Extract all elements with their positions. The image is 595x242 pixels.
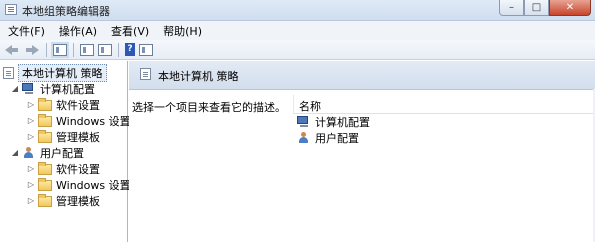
tree-item-label: 本地计算机 策略 [18, 64, 107, 82]
tree-item-label: 软件设置 [56, 163, 100, 176]
folder-icon [38, 177, 52, 191]
menu-action[interactable]: 操作(A) [51, 23, 103, 39]
collapsed-arrow-icon[interactable]: ▷ [27, 117, 35, 125]
folder-icon [38, 97, 52, 111]
properties-icon[interactable] [80, 43, 94, 56]
tree-item-label: 管理模板 [56, 195, 100, 208]
console-tree: 本地计算机 策略 ◢ 计算机配置 ▷ 软件设置 ▷ Windows 设置 ▷ 管… [0, 61, 131, 242]
show-hide-tree-icon[interactable] [53, 43, 67, 56]
tree-item-label: 管理模板 [56, 131, 100, 144]
folder-icon [38, 161, 52, 175]
extended-view-icon[interactable] [139, 43, 153, 56]
menu-help[interactable]: 帮助(H) [155, 23, 208, 39]
close-button[interactable]: ✕ [549, 0, 591, 16]
tree-item-software-settings[interactable]: ▷ 软件设置 [27, 161, 100, 177]
collapsed-arrow-icon[interactable]: ▷ [27, 133, 35, 141]
folder-icon [38, 113, 52, 127]
tree-item-windows-settings[interactable]: ▷ Windows 设置 [27, 177, 131, 193]
tree-item-computer-config[interactable]: ◢ 计算机配置 [11, 81, 95, 97]
description-text: 选择一个项目来查看它的描述。 [132, 101, 286, 114]
forward-icon[interactable] [24, 43, 40, 57]
details-header: 本地计算机 策略 [129, 61, 595, 90]
tree-item-label: 软件设置 [56, 99, 100, 112]
policy-document-icon [140, 68, 151, 80]
tree-item-admin-templates[interactable]: ▷ 管理模板 [27, 193, 100, 209]
user-icon [297, 131, 311, 144]
window-controls: – □ ✕ [499, 0, 591, 17]
toolbar-separator [73, 42, 74, 57]
expanded-arrow-icon[interactable]: ◢ [11, 85, 19, 93]
user-icon [22, 147, 36, 159]
list-item-label: 用户配置 [315, 131, 359, 145]
details-pane: 本地计算机 策略 选择一个项目来查看它的描述。 名称 计算机配置 用户配置 [129, 61, 595, 242]
column-header-label: 名称 [299, 100, 321, 113]
toolbar: ? [0, 40, 595, 60]
collapsed-arrow-icon[interactable]: ▷ [27, 181, 35, 189]
list-item-label: 计算机配置 [315, 115, 370, 129]
list-item-user-config[interactable]: 用户配置 [297, 130, 359, 145]
folder-icon [38, 129, 52, 143]
title-bar: 本地组策略编辑器 – □ ✕ [0, 0, 595, 21]
tree-item-label: 用户配置 [40, 147, 84, 160]
export-list-icon[interactable] [98, 43, 112, 56]
toolbar-separator [46, 42, 47, 57]
maximize-button[interactable]: □ [524, 0, 549, 16]
app-icon [5, 4, 17, 15]
folder-icon [38, 193, 52, 207]
tree-item-label: 计算机配置 [40, 83, 95, 96]
list-item-computer-config[interactable]: 计算机配置 [297, 114, 370, 129]
column-header-name[interactable]: 名称 [293, 95, 595, 114]
collapsed-arrow-icon[interactable]: ▷ [27, 101, 35, 109]
tree-item-user-config[interactable]: ◢ 用户配置 [11, 145, 84, 161]
menu-bar: 文件(F) 操作(A) 查看(V) 帮助(H) [0, 21, 595, 40]
tree-item-windows-settings[interactable]: ▷ Windows 设置 [27, 113, 131, 129]
tree-item-software-settings[interactable]: ▷ 软件设置 [27, 97, 100, 113]
menu-view[interactable]: 查看(V) [103, 23, 155, 39]
tree-item-label: Windows 设置 [56, 115, 131, 128]
menu-file[interactable]: 文件(F) [0, 23, 51, 39]
collapsed-arrow-icon[interactable]: ▷ [27, 165, 35, 173]
computer-icon [22, 83, 36, 95]
expanded-arrow-icon[interactable]: ◢ [11, 149, 19, 157]
collapsed-arrow-icon[interactable]: ▷ [27, 197, 35, 205]
computer-icon [297, 115, 311, 128]
tree-item-local-policy[interactable]: 本地计算机 策略 [3, 64, 107, 82]
policy-document-icon [3, 67, 14, 79]
details-title: 本地计算机 策略 [158, 70, 239, 83]
toolbar-separator [118, 42, 119, 57]
tree-item-admin-templates[interactable]: ▷ 管理模板 [27, 129, 100, 145]
minimize-button[interactable]: – [499, 0, 524, 16]
tree-item-label: Windows 设置 [56, 179, 131, 192]
back-icon[interactable] [4, 43, 20, 57]
window-title: 本地组策略编辑器 [22, 5, 110, 18]
help-icon[interactable]: ? [125, 43, 135, 56]
